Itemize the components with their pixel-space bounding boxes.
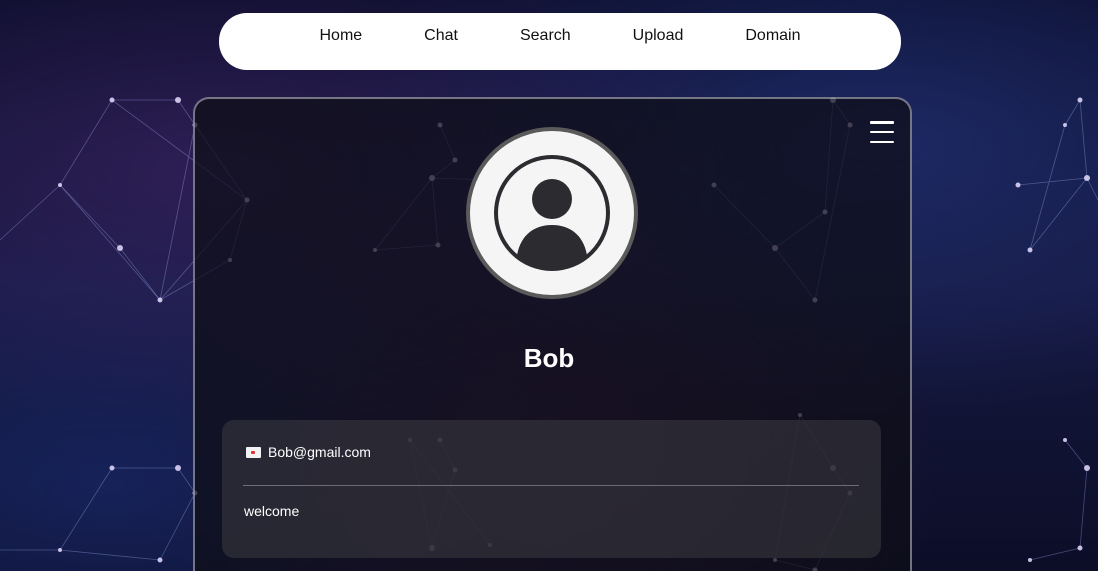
menu-line [870,121,894,124]
bio-text: welcome [244,503,300,519]
profile-info-box: Bob@gmail.com welcome [222,420,881,558]
user-avatar-icon [466,127,638,299]
menu-line [870,140,894,143]
nav-upload-link[interactable]: Upload [633,26,684,46]
profile-name: Bob [523,343,575,373]
hamburger-menu-icon[interactable] [870,118,894,146]
nav-search-link[interactable]: Search [520,26,571,46]
divider [243,485,859,486]
envelope-icon [246,446,261,458]
top-navigation-bar: Home Chat Search Upload Domain [219,13,901,70]
nav-chat-link[interactable]: Chat [424,26,458,46]
menu-line [870,130,894,134]
email-row: Bob@gmail.com [246,444,371,460]
email-text: Bob@gmail.com [268,444,371,460]
nav-home-link[interactable]: Home [319,26,362,46]
nav-domain-link[interactable]: Domain [745,26,800,46]
